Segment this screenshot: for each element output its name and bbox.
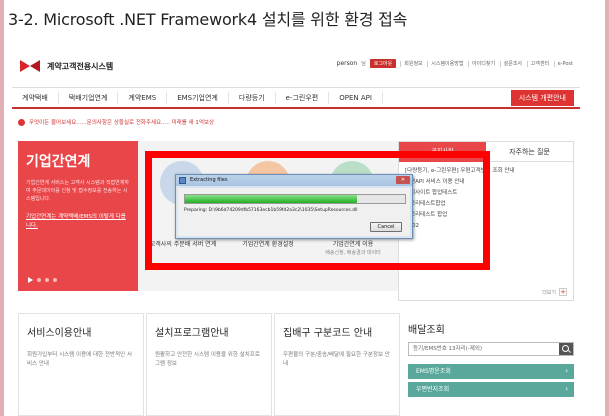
card-description: 우편물의 구분/중송/배달에 필요한 구분정보 안내 (283, 352, 390, 367)
zone-code-card[interactable]: 집배구 구분코드 안내 우편물의 구분/중송/배달에 필요한 구분정보 안내 (274, 313, 400, 416)
card-description: 회원가입부터 시스템 이용에 대한 전반적인 서비스 안내 (27, 352, 132, 367)
logo-text: 계약고객전용시스템 (47, 61, 114, 71)
cancel-button[interactable]: Cancel (370, 222, 402, 232)
top-link[interactable]: 고객센터 (526, 61, 553, 67)
card-title: 설치프로그램안내 (155, 328, 229, 339)
play-icon[interactable] (28, 277, 33, 283)
nav-item[interactable]: 계약EMS (118, 91, 168, 104)
hero-description: 기업간연계 서비스는 고객사 시스템과 직접연계하여 주문데이터를 신청 및 접… (26, 180, 129, 202)
service-guide-card[interactable]: 서비스이용안내 회원가입부터 시스템 이용에 대한 전반적인 서비스 안내 (18, 313, 144, 416)
main-navigation: 계약택배 택배기업연계 계약EMS EMS기업연계 다량등기 e-그린우편 OP… (12, 87, 580, 109)
nav-item[interactable]: 다량등기 (229, 91, 276, 104)
top-link[interactable]: 회원정보 (400, 61, 426, 67)
banner-pager (28, 277, 57, 283)
website-screenshot: 계약고객전용시스템 person 님 로그아웃 회원정보 시스템이용방법 아이디… (12, 43, 580, 416)
card-title: 서비스이용안내 (27, 328, 92, 339)
site-logo[interactable]: 계약고객전용시스템 (20, 58, 113, 74)
progress-fill (185, 195, 357, 203)
close-icon[interactable]: ✕ (396, 176, 410, 184)
pager-dot[interactable] (45, 278, 49, 282)
chevron-right-icon: › (565, 385, 568, 393)
install-guide-card[interactable]: 설치프로그램안내 원활하고 안전한 시스템 이용을 위한 설치프로그램 정보 (146, 313, 272, 416)
extracting-files-dialog: Extracting files ✕ Preparing: D:\9b6d742… (175, 174, 413, 239)
notice-text: 무엇이든 물어보세요......문의사항은 상황실로 전화주세요..... 미래… (29, 120, 215, 126)
logout-button[interactable]: 로그아웃 (369, 59, 397, 68)
top-link[interactable]: e-Post (553, 61, 576, 67)
user-suffix: 님 (361, 61, 366, 67)
card-title: 집배구 구분코드 안내 (283, 328, 373, 339)
alert-icon (18, 118, 25, 126)
top-links: 회원정보 시스템이용방법 아이디찾기 설문조사 고객센터 e-Post (400, 60, 576, 67)
top-link[interactable]: 아이디찾기 (468, 61, 499, 67)
search-icon[interactable] (559, 343, 573, 355)
user-name: person (336, 60, 358, 67)
pager-dot[interactable] (37, 278, 41, 282)
nav-item[interactable]: 택배기업연계 (59, 91, 119, 104)
more-link[interactable]: 더보기 + (542, 288, 567, 296)
plus-icon: + (559, 288, 567, 296)
tracking-search: 등기/EMS번호 13자리(-제외) (408, 342, 574, 356)
nav-item[interactable]: e-그린우편 (276, 91, 330, 104)
document-heading: 3-2. Microsoft .NET Framework4 설치를 위한 환경… (8, 10, 408, 29)
top-link[interactable]: 설문조사 (499, 61, 526, 67)
system-renewal-button[interactable]: 시스템 개편안내 (510, 90, 574, 106)
notice-ticker[interactable]: 무엇이든 물어보세요......문의사항은 상황실로 전화주세요..... 미래… (18, 118, 214, 126)
pager-dot[interactable] (53, 278, 57, 282)
postcode-lookup-button[interactable]: 우편번지조회 › (408, 382, 574, 397)
extract-progress-bar (184, 194, 406, 204)
card-description: 원활하고 안전한 시스템 이용을 위한 설치프로그램 정보 (155, 352, 260, 367)
installer-icon (179, 177, 186, 184)
dialog-body: Preparing: D:\9b6d74209dfb57163ecb1b59fd… (178, 188, 410, 236)
dialog-title: Extracting files (190, 177, 228, 183)
delivery-lookup: 배달조회 등기/EMS번호 13자리(-제외) EMS명운조회 › 우편번지조회… (408, 313, 574, 416)
nav-item[interactable]: 계약택배 (12, 91, 59, 104)
chevron-right-icon: › (565, 367, 568, 375)
nav-item[interactable]: OPEN API (329, 91, 383, 104)
top-link[interactable]: 시스템이용방법 (427, 61, 467, 67)
ems-lookup-button[interactable]: EMS명운조회 › (408, 364, 574, 379)
tracking-input[interactable]: 등기/EMS번호 13자리(-제외) (409, 343, 559, 355)
post-logo-icon (20, 58, 42, 74)
top-utility-bar: person 님 로그아웃 회원정보 시스템이용방법 아이디찾기 설문조사 고객… (337, 59, 576, 68)
hero-link[interactable]: 기업간연계는 계약택배/EMS의 이렇게 다릅니다. (26, 213, 130, 231)
hero-left-panel: 기업간연계 기업간연계 서비스는 고객사 시스템과 직접연계하여 주문데이터를 … (18, 141, 138, 291)
preparing-text: Preparing: D:\9b6d74209dfb57163ecb1b59fd… (184, 208, 358, 213)
lookup-title: 배달조회 (408, 325, 445, 336)
tab-faq[interactable]: 자주하는 질문 (486, 142, 573, 162)
dialog-titlebar: Extracting files ✕ (176, 175, 412, 186)
more-label: 더보기 (542, 289, 556, 296)
hero-title: 기업간연계 (26, 154, 91, 170)
nav-item[interactable]: EMS기업연계 (167, 91, 229, 104)
